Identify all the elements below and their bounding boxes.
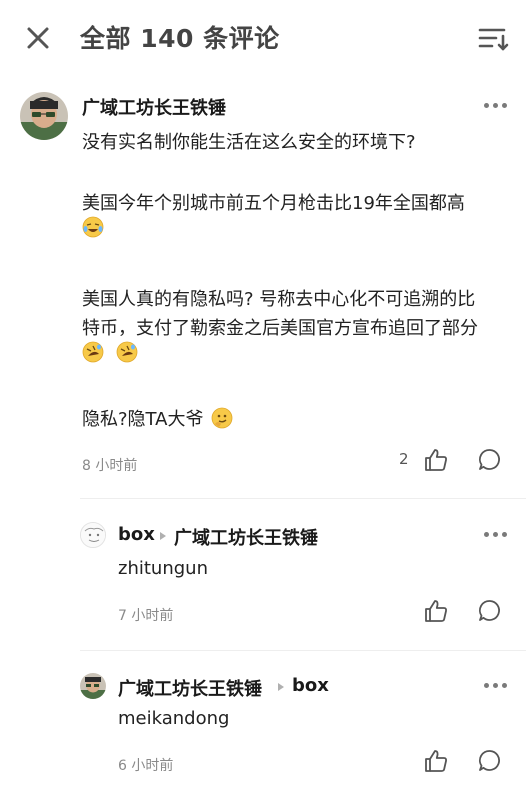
- reply-to-username[interactable]: 广域工坊长王铁锤: [174, 524, 318, 550]
- sort-icon[interactable]: [476, 22, 510, 54]
- reply-time: 6 小时前: [118, 758, 174, 774]
- reply-username[interactable]: 广域工坊长王铁锤: [118, 675, 262, 701]
- avatar[interactable]: [80, 673, 106, 699]
- comment-bubble-icon[interactable]: [477, 447, 503, 473]
- comment-line-4: 特币，支付了勒索金之后美国官方宣布追回了部分: [82, 318, 478, 339]
- comment-line-1: 没有实名制你能生活在这么安全的环境下?: [82, 132, 416, 153]
- thumbs-up-icon[interactable]: [423, 748, 449, 774]
- comment-bubble-icon[interactable]: [477, 748, 503, 774]
- rolling-laugh-emoji: [82, 341, 104, 363]
- more-options-icon[interactable]: [482, 527, 510, 541]
- avatar[interactable]: [80, 522, 106, 548]
- more-options-icon[interactable]: [482, 98, 510, 112]
- reply-username[interactable]: box: [118, 524, 155, 545]
- page-title: 全部 140 条评论: [80, 24, 280, 53]
- rolling-laugh-emoji: [116, 341, 138, 363]
- comment-username[interactable]: 广域工坊长王铁锤: [82, 94, 226, 120]
- emoji-row-2: [82, 341, 144, 365]
- comment-time: 8 小时前: [82, 458, 138, 474]
- header: 全部 140 条评论: [0, 0, 526, 76]
- reply-arrow-icon: [278, 683, 284, 691]
- divider: [80, 498, 526, 499]
- comments-page: 全部 140 条评论 广域工坊长王铁锤 没有实名制你能生活在这么安全的环境下? …: [0, 0, 526, 800]
- more-options-icon[interactable]: [482, 678, 510, 692]
- thumbs-up-icon[interactable]: [423, 447, 449, 473]
- thumbs-up-icon[interactable]: [423, 598, 449, 624]
- reply-time: 7 小时前: [118, 608, 174, 624]
- reply-to-username[interactable]: box: [292, 675, 329, 696]
- comment-line-5: 隐私?隐TA大爷: [82, 405, 239, 431]
- comment-bubble-icon[interactable]: [477, 598, 503, 624]
- divider: [80, 650, 526, 651]
- reply-arrow-icon: [160, 532, 166, 540]
- reply-text: zhitungun: [118, 558, 208, 579]
- reply-text: meikandong: [118, 708, 230, 729]
- emoji-row-1: [82, 216, 110, 240]
- comment-line-3: 美国人真的有隐私吗? 号称去中心化不可追溯的比: [82, 289, 476, 310]
- avatar[interactable]: [20, 92, 68, 140]
- close-icon[interactable]: [22, 22, 54, 54]
- thinking-emoji: [211, 407, 233, 429]
- crying-laugh-emoji: [82, 216, 104, 238]
- comment-line-5-text: 隐私?隐TA大爷: [82, 409, 204, 430]
- like-count: 2: [399, 450, 409, 468]
- comment-line-2: 美国今年个别城市前五个月枪击比19年全国都高: [82, 193, 465, 214]
